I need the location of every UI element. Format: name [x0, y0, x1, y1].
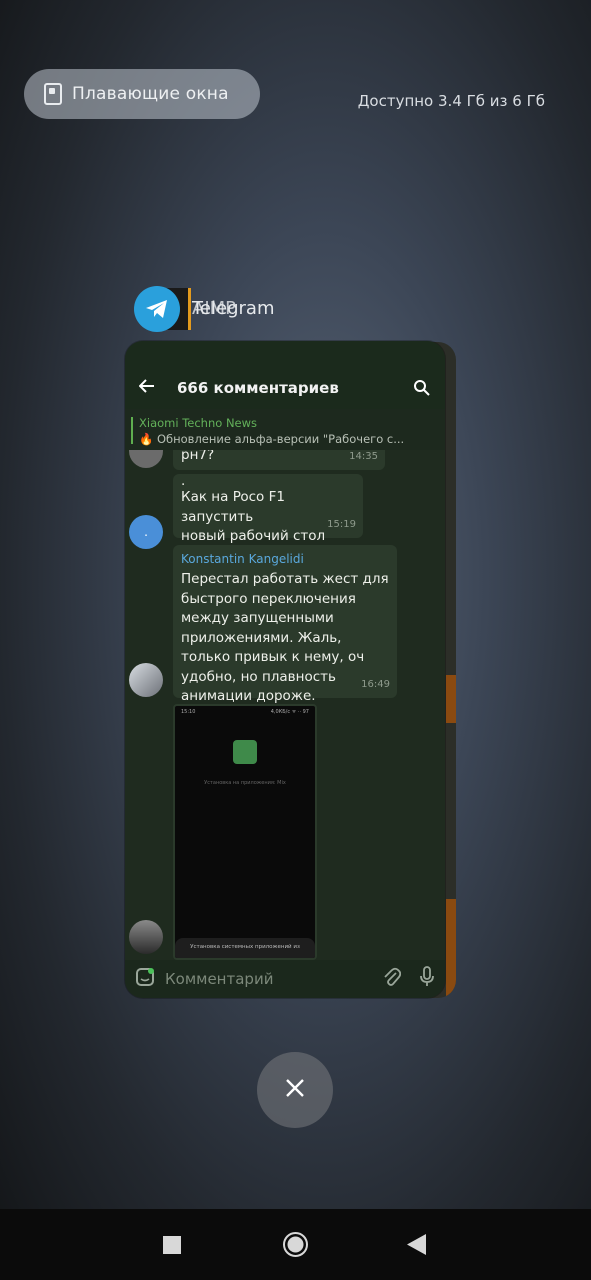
floating-windows-label: Плавающие окна — [72, 84, 229, 104]
chat-title: 666 комментариев — [177, 379, 339, 397]
pinned-bar — [131, 417, 133, 444]
message-author: Konstantin Kangelidi — [181, 552, 304, 566]
memory-status: Доступно 3.4 Гб из 6 Гб — [357, 92, 545, 110]
avatar[interactable] — [129, 450, 163, 468]
message-text: рн7? — [181, 450, 215, 463]
avatar[interactable]: . — [129, 515, 163, 549]
chat-area: рн7? 14:35 . . Как на Poco F1 запустить … — [125, 450, 445, 960]
telegram-app-icon — [134, 286, 180, 332]
close-icon — [285, 1078, 305, 1102]
message-time: 16:49 — [361, 678, 390, 690]
pinned-message[interactable]: Xiaomi Techno News 🔥 Обновление альфа-ве… — [125, 409, 445, 450]
image-attachment[interactable]: 15:10 4,0КБ/с ᯤ ⋅⋅ 97 Установка на прило… — [173, 704, 317, 960]
avatar[interactable] — [129, 663, 163, 697]
screenshot-status-right: 4,0КБ/с ᯤ ⋅⋅ 97 — [270, 709, 309, 715]
android-icon — [233, 740, 257, 764]
message-time: 14:35 — [349, 450, 378, 462]
comment-input[interactable]: Комментарий — [165, 970, 383, 988]
screenshot-time: 15:10 — [181, 709, 196, 715]
pinned-text: 🔥 Обновление альфа-версии "Рабочего с... — [139, 432, 405, 446]
message-input-bar: Комментарий — [125, 960, 445, 998]
avatar-initial: . — [144, 525, 148, 539]
status-bar — [125, 341, 445, 367]
message-text: . — [181, 473, 186, 489]
telegram-recent-card[interactable]: 666 комментариев Xiaomi Techno News 🔥 Об… — [125, 341, 445, 998]
navigation-bar — [0, 1209, 591, 1280]
back-arrow-icon[interactable] — [138, 378, 159, 399]
floating-windows-button[interactable]: Плавающие окна — [24, 69, 260, 119]
screenshot-caption: Установка на приложения: Mix — [204, 780, 286, 786]
screenshot-sheet: Установка системных приложений из — [175, 938, 315, 958]
clear-all-button[interactable] — [257, 1052, 333, 1128]
back-triangle-icon[interactable] — [407, 1234, 426, 1259]
chat-toolbar: 666 комментариев — [125, 367, 445, 409]
sticker-icon[interactable] — [135, 967, 155, 991]
message-text: Перестал работать жест для быстрого пере… — [181, 571, 389, 704]
avatar[interactable] — [129, 920, 163, 954]
attach-icon[interactable] — [383, 967, 402, 991]
message-bubble[interactable]: . Как на Poco F1 запустить новый рабочий… — [173, 473, 363, 544]
message-bubble[interactable]: рн7? 14:35 — [173, 450, 385, 470]
screenshot-status: 15:10 4,0КБ/с ᯤ ⋅⋅ 97 — [181, 709, 309, 715]
floating-window-icon — [44, 83, 62, 105]
aimp-app-name: AIMP — [192, 298, 237, 319]
message-time: 15:19 — [327, 518, 356, 530]
message-bubble[interactable]: Konstantin Kangelidi Перестал работать ж… — [173, 545, 397, 704]
recents-square-icon[interactable] — [163, 1236, 181, 1258]
home-circle-icon[interactable] — [282, 1231, 309, 1262]
microphone-icon[interactable] — [419, 966, 435, 992]
pinned-source: Xiaomi Techno News — [139, 416, 258, 430]
search-icon[interactable] — [413, 379, 431, 397]
recent-app-header[interactable]: Telegram AIMP — [134, 285, 302, 333]
